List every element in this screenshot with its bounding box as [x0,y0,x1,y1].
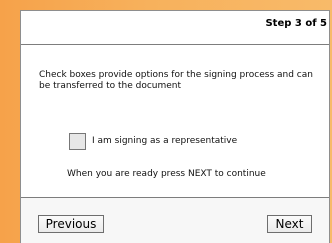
checkbox-description: Check boxes provide options for the sign… [39,70,313,91]
wizard-footer: Previous Next [21,197,329,243]
next-button[interactable]: Next [267,215,312,233]
representative-checkbox-label[interactable]: I am signing as a representative [92,136,237,146]
continue-instruction: When you are ready press NEXT to continu… [67,169,266,179]
representative-checkbox[interactable] [69,132,86,150]
signing-wizard-dialog: Step 3 of 5 Check boxes provide options … [20,10,330,243]
step-indicator: Step 3 of 5 [265,18,327,29]
wizard-content: Check boxes provide options for the sign… [21,45,329,196]
previous-button[interactable]: Previous [38,215,104,233]
wizard-header: Step 3 of 5 [21,11,329,45]
representative-checkbox-row[interactable]: I am signing as a representative [69,132,237,150]
